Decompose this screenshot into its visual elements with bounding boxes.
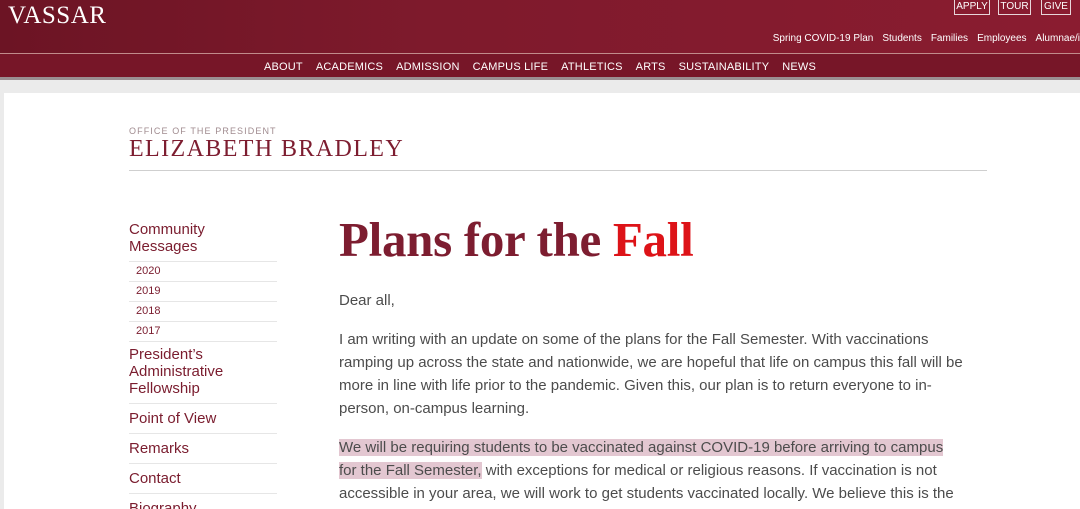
utility-link-covid-plan[interactable]: Spring COVID-19 Plan (773, 32, 874, 45)
apply-button[interactable]: APPLY (954, 0, 990, 15)
page-title-accent: Fall (612, 212, 694, 267)
sidebar-item-biography[interactable]: Biography (129, 494, 277, 509)
utility-nav: Spring COVID-19 Plan Students Families E… (773, 32, 1080, 45)
year-link-2018[interactable]: 2018 (129, 302, 277, 321)
sidebar-item-contact[interactable]: Contact (129, 464, 277, 494)
nav-academics[interactable]: ACADEMICS (316, 61, 383, 73)
nav-about[interactable]: ABOUT (264, 61, 303, 73)
year-list-item: 2019 (129, 282, 277, 302)
year-link-2017[interactable]: 2017 (129, 322, 277, 341)
sidebar-item-remarks[interactable]: Remarks (129, 434, 277, 464)
site-header: VASSAR APPLY TOUR GIVE Spring COVID-19 P… (0, 0, 1080, 54)
office-divider (129, 170, 987, 171)
nav-arts[interactable]: ARTS (636, 61, 666, 73)
vassar-logo[interactable]: VASSAR (8, 2, 106, 30)
article: Plans for the Fall Dear all, I am writin… (339, 211, 964, 509)
nav-athletics[interactable]: ATHLETICS (561, 61, 623, 73)
give-button[interactable]: GIVE (1041, 0, 1071, 15)
year-link-2020[interactable]: 2020 (129, 262, 277, 281)
content-card: OFFICE OF THE PRESIDENT ELIZABETH BRADLE… (4, 93, 1080, 509)
utility-link-families[interactable]: Families (931, 32, 968, 45)
year-list-item: 2018 (129, 302, 277, 322)
year-link-2019[interactable]: 2019 (129, 282, 277, 301)
salutation: Dear all, (339, 292, 395, 309)
utility-link-employees[interactable]: Employees (977, 32, 1026, 45)
year-list-item: 2017 (129, 322, 277, 342)
nav-campus-life[interactable]: CAMPUS LIFE (473, 61, 549, 73)
sidebar-item-community-messages[interactable]: Community Messages (129, 221, 277, 262)
sidebar-item-fellowship[interactable]: President’s Administrative Fellowship (129, 342, 277, 404)
main-nav-list: ABOUT ACADEMICS ADMISSION CAMPUS LIFE AT… (264, 57, 816, 75)
year-list-item: 2020 (129, 262, 277, 282)
nav-news[interactable]: NEWS (782, 61, 816, 73)
sidebar: Community Messages 2020 2019 2018 2017 P… (129, 221, 277, 509)
nav-admission[interactable]: ADMISSION (396, 61, 460, 73)
year-list: 2020 2019 2018 2017 (129, 262, 277, 342)
page-title-main: Plans for the (339, 212, 613, 267)
main-nav: ABOUT ACADEMICS ADMISSION CAMPUS LIFE AT… (0, 54, 1080, 77)
utility-link-alumnae[interactable]: Alumnae/i (1036, 32, 1080, 45)
nav-sustainability[interactable]: SUSTAINABILITY (679, 61, 770, 73)
tour-button[interactable]: TOUR (998, 0, 1031, 15)
paragraph-2: We will be requiring students to be vacc… (339, 436, 964, 509)
page-title: Plans for the Fall (339, 211, 964, 269)
president-name-link[interactable]: ELIZABETH BRADLEY (129, 135, 404, 163)
nav-shadow (0, 77, 1080, 80)
paragraph-1: I am writing with an update on some of t… (339, 331, 963, 417)
utility-link-students[interactable]: Students (882, 32, 921, 45)
sidebar-item-point-of-view[interactable]: Point of View (129, 404, 277, 434)
